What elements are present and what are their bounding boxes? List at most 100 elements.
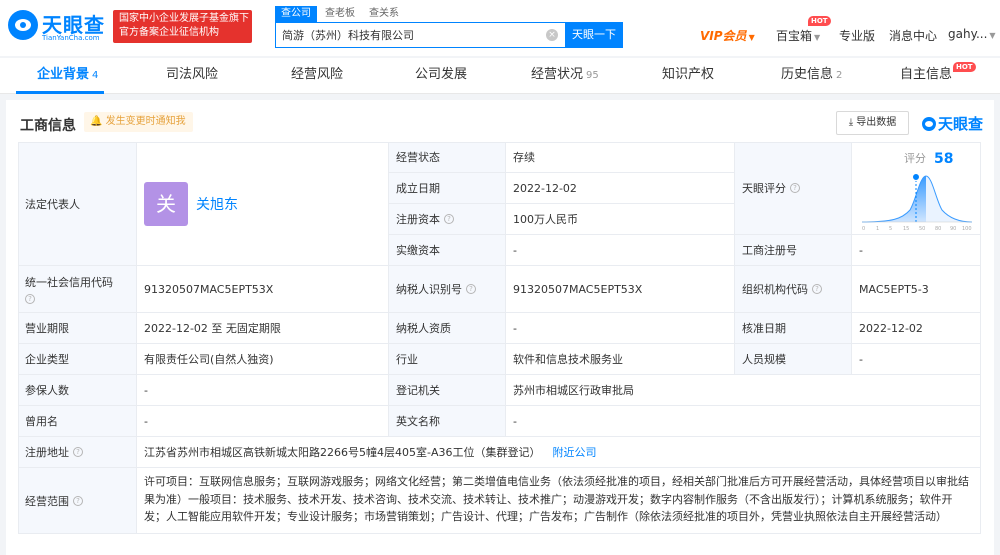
industry-value: 软件和信息技术服务业 [506, 344, 735, 375]
help-icon[interactable]: ? [790, 183, 800, 193]
export-button[interactable]: ⤓ 导出数据 [836, 111, 909, 135]
notify-label: 发生变更时通知我 [105, 116, 186, 127]
official-badge[interactable]: 国家中小企业发展子基金旗下 官方备案企业征信机构 [113, 10, 252, 43]
scope-label: 经营范围 [25, 494, 69, 508]
reg-capital-value: 100万人民币 [506, 204, 735, 235]
reg-capital-label-cell: 注册资本? [389, 204, 506, 235]
tab-label: 自主信息 [900, 67, 953, 82]
tab-history[interactable]: 历史信息 2 [781, 58, 842, 94]
org-code-label: 组织机构代码 [742, 283, 808, 296]
top-header: 天眼查 TianYanCha.com 国家中小企业发展子基金旗下 官方备案企业征… [0, 0, 1000, 56]
download-icon: ⤓ [848, 117, 854, 128]
user-menu[interactable]: gahy... ▼ [948, 27, 996, 41]
avatar[interactable]: 关 [144, 181, 188, 226]
badge-line-2: 官方备案企业征信机构 [119, 27, 219, 38]
paid-capital-label: 实缴资本 [389, 235, 506, 266]
score-value: 58 [934, 151, 953, 167]
tick-label: 90 [950, 226, 956, 232]
search-button[interactable]: 天眼一下 [565, 22, 623, 48]
chevron-down-icon: ▼ [989, 31, 996, 40]
help-icon[interactable]: ? [73, 495, 83, 506]
search-input[interactable] [276, 23, 546, 47]
score-label: 天眼评分 [742, 182, 786, 195]
score-text: 评分 [904, 152, 926, 165]
en-name-label: 英文名称 [389, 406, 506, 437]
approve-date-label: 核准日期 [735, 313, 852, 344]
search-tab-relation[interactable]: 查关系 [369, 6, 399, 22]
site-logo[interactable]: 天眼查 TianYanCha.com [8, 9, 110, 43]
credit-code-label-cell: 统一社会信用代码? [18, 266, 137, 313]
type-value: 有限责任公司(自然人独资) [137, 344, 389, 375]
status-label: 经营状态 [389, 142, 506, 173]
vip-menu[interactable]: VIP会员 ▼ [700, 27, 755, 44]
tab-count: 4 [92, 70, 99, 81]
notify-button[interactable]: 🔔 发生变更时通知我 [84, 112, 193, 132]
org-code-label-cell: 组织机构代码? [735, 266, 852, 313]
term-value: 2022-12-02 至 无固定期限 [137, 313, 389, 344]
tab-label: 企业背景 [37, 67, 90, 82]
help-icon[interactable]: ? [25, 294, 35, 304]
reg-no-label: 工商注册号 [735, 235, 852, 266]
tab-self-info[interactable]: 自主信息 [900, 58, 952, 94]
help-icon[interactable]: ? [73, 447, 83, 457]
address-cell: 江苏省苏州市相城区高铁新城太阳路2266号5幢4层405室-A36工位（集群登记… [137, 437, 981, 468]
tick-label: 100 [962, 226, 972, 232]
message-center-link[interactable]: 消息中心 [889, 27, 937, 44]
org-code-value: MAC5EPT5-3 [852, 266, 981, 313]
tick-label: 50 [919, 226, 925, 232]
brand-watermark: 天眼查 [922, 113, 983, 134]
score-marker [912, 172, 920, 181]
address-label-cell: 注册地址? [18, 437, 137, 468]
nearby-companies-link[interactable]: 附近公司 [552, 444, 596, 460]
help-icon[interactable]: ? [466, 284, 476, 294]
pro-link[interactable]: 专业版 [839, 27, 875, 44]
tick-label: 5 [889, 226, 892, 232]
reg-capital-label: 注册资本 [396, 213, 440, 226]
approve-date-value: 2022-12-02 [852, 313, 981, 344]
search-tab-boss[interactable]: 查老板 [325, 6, 355, 22]
scope-label-cell: 经营范围? [18, 468, 137, 534]
tab-label: 公司发展 [415, 67, 468, 82]
score-chart-cell[interactable]: 评分 58 0 1 5 15 50 80 90 100 [852, 142, 981, 235]
found-date-label: 成立日期 [389, 173, 506, 204]
tab-background[interactable]: 企业背景 4 [37, 58, 98, 94]
tick-label: 1 [876, 226, 879, 232]
tab-label: 历史信息 [781, 67, 834, 82]
taxpayer-qual-label: 纳税人资质 [389, 313, 506, 344]
logo-eye-icon [8, 10, 38, 40]
tab-ip[interactable]: 知识产权 [662, 58, 714, 94]
clear-icon[interactable]: × [546, 29, 558, 41]
score-distribution-chart: 评分 58 0 1 5 15 50 80 90 100 [861, 151, 973, 232]
scope-value: 许可项目：互联网信息服务；互联网游戏服务；网络文化经营；第二类增值电信业务（依法… [137, 468, 981, 534]
badge-line-1: 国家中小企业发展子基金旗下 [119, 13, 249, 24]
former-name-label: 曾用名 [18, 406, 137, 437]
tab-operating-risk[interactable]: 经营风险 [291, 58, 343, 94]
hot-badge: HOT [953, 62, 976, 72]
help-icon[interactable]: ? [444, 214, 454, 224]
legal-rep-link[interactable]: 关旭东 [196, 194, 238, 214]
logo-domain: TianYanCha.com [42, 34, 100, 42]
search-tab-company[interactable]: 查公司 [275, 6, 317, 22]
en-name-value: - [506, 406, 981, 437]
tab-operating-status[interactable]: 经营状况 95 [531, 58, 599, 94]
tick-label: 0 [862, 226, 865, 232]
authority-value: 苏州市相城区行政审批局 [506, 375, 981, 406]
taxpayer-qual-value: - [506, 313, 735, 344]
company-tabs: 企业背景 4 司法风险 经营风险 公司发展 经营状况 95 知识产权 历史信息 2 自… [0, 58, 1000, 94]
help-icon[interactable]: ? [812, 284, 822, 294]
tab-label: 司法风险 [166, 67, 219, 82]
authority-label: 登记机关 [389, 375, 506, 406]
staff-value: - [852, 344, 981, 375]
bell-icon: 🔔 [90, 116, 103, 127]
address-value: 江苏省苏州市相城区高铁新城太阳路2266号5幢4层405室-A36工位（集群登记… [144, 446, 541, 459]
treasure-menu[interactable]: 百宝箱 ▼ [776, 27, 820, 44]
credit-code-label: 统一社会信用代码 [25, 276, 113, 289]
taxpayer-id-label: 纳税人识别号 [396, 283, 462, 296]
bell-curve-filled [862, 175, 926, 222]
former-name-value: - [137, 406, 389, 437]
score-ticks: 0 1 5 15 50 80 90 100 [862, 226, 972, 232]
tab-label: 经营状况 [531, 67, 584, 82]
tab-legal-risk[interactable]: 司法风险 [166, 58, 218, 94]
insured-value: - [137, 375, 389, 406]
tab-development[interactable]: 公司发展 [415, 58, 467, 94]
